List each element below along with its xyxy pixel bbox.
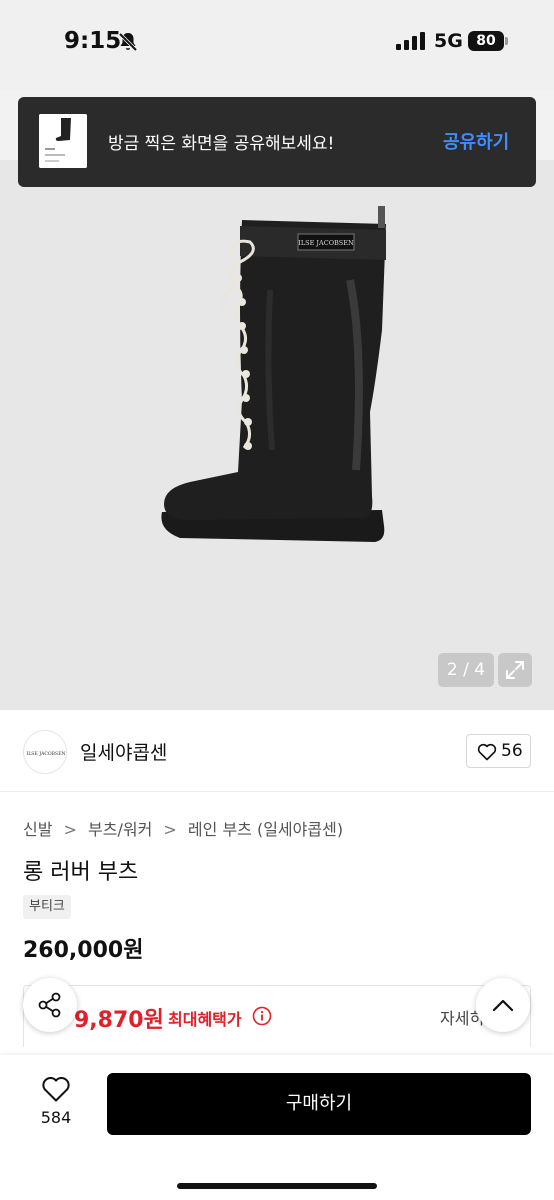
breadcrumb-item-1[interactable]: 신발: [23, 820, 52, 839]
boot-brand-label: ILSE JACOBSEN: [298, 239, 354, 247]
toast-share-button[interactable]: 공유하기: [443, 128, 509, 154]
product-title: 롱 러버 부츠: [23, 860, 139, 885]
image-page-counter: 2 / 4: [438, 653, 494, 687]
heart-icon: [477, 743, 497, 761]
breadcrumb-item-3[interactable]: 레인 부츠 (일세야콥센): [188, 820, 343, 839]
buy-button[interactable]: 구매하기: [107, 1073, 531, 1135]
breadcrumb-separator: >: [163, 820, 177, 839]
status-time: 9:15: [64, 28, 122, 54]
breadcrumb-separator: >: [63, 820, 77, 839]
expand-icon: [506, 661, 524, 679]
benefit-price: 9,870원: [74, 1008, 164, 1033]
battery-level: 80: [468, 31, 504, 51]
info-icon[interactable]: [252, 1006, 272, 1026]
product-price: 260,000원: [23, 938, 144, 963]
screenshot-thumbnail[interactable]: [39, 114, 87, 168]
brand-logo[interactable]: ILSE JACOBSEN: [23, 730, 67, 774]
max-benefit-box[interactable]: 9,870원 최대혜택가 자세히: [23, 985, 531, 1047]
brand-row: ILSE JACOBSEN 일세야콥센 56: [0, 712, 554, 792]
share-icon: [38, 992, 61, 1018]
brand-name[interactable]: 일세야콥센: [80, 738, 167, 765]
benefit-label: 최대혜택가: [168, 1010, 242, 1029]
brand-like-count: 56: [501, 741, 523, 761]
product-tag-badge: 부티크: [23, 895, 71, 919]
signal-icon: [396, 32, 425, 50]
scroll-to-top-button[interactable]: [476, 978, 530, 1032]
bell-muted-icon: [118, 32, 138, 52]
toast-message: 방금 찍은 화면을 공유해보세요!: [108, 134, 335, 154]
breadcrumb: 신발 > 부츠/워커 > 레인 부츠 (일세야콥센): [23, 816, 343, 840]
brand-logo-text: ILSE JACOBSEN: [26, 751, 65, 757]
brand-like-button[interactable]: 56: [466, 734, 531, 768]
battery-tip: [505, 37, 508, 45]
bottom-action-bar: 584 구매하기: [0, 1055, 554, 1200]
chevron-up-icon: [492, 999, 514, 1012]
wishlist-heart-icon[interactable]: [41, 1075, 71, 1103]
status-bar: 9:15 5G 80: [0, 0, 554, 90]
share-button[interactable]: [23, 978, 77, 1032]
screenshot-share-toast: 방금 찍은 화면을 공유해보세요! 공유하기: [18, 97, 536, 187]
network-label: 5G: [434, 30, 463, 52]
expand-image-button[interactable]: [498, 653, 532, 687]
home-indicator: [177, 1183, 377, 1189]
product-image[interactable]: ILSE JACOBSEN: [150, 200, 400, 560]
wishlist-count: 584: [40, 1108, 72, 1127]
breadcrumb-item-2[interactable]: 부츠/워커: [88, 820, 152, 839]
battery-icon: 80: [468, 31, 508, 51]
